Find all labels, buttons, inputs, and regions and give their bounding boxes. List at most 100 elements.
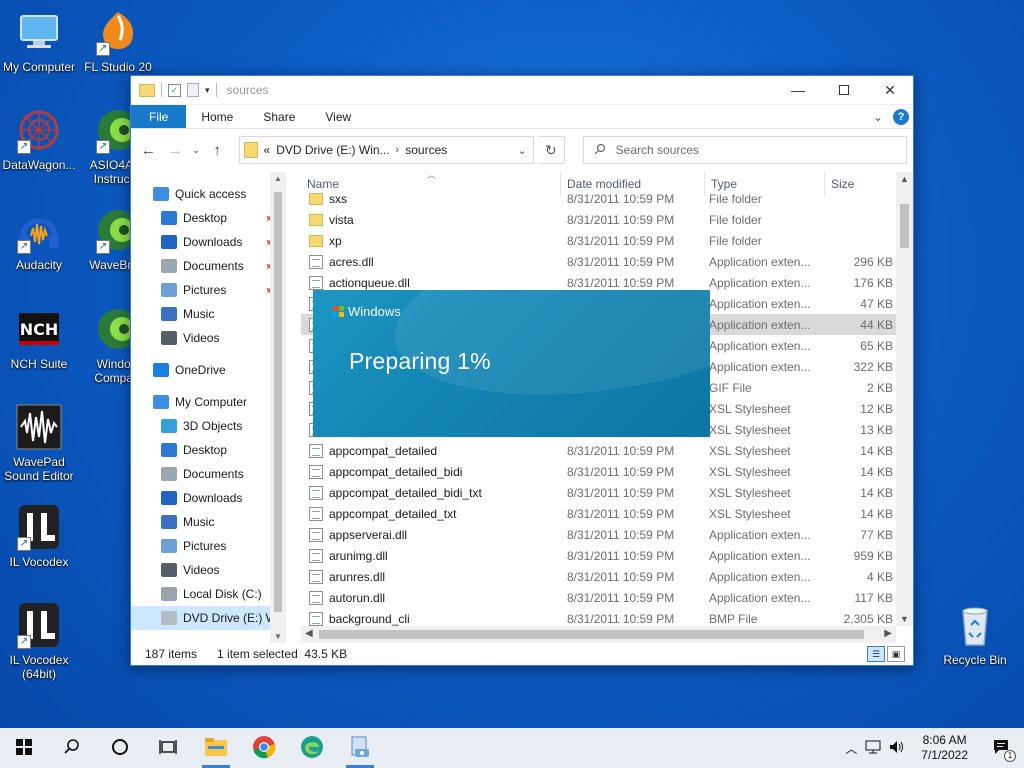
- file-row[interactable]: acres.dll 8/31/2011 10:59 PM Application e…: [301, 251, 913, 272]
- up-button[interactable]: ↑: [206, 138, 229, 162]
- scroll-up-icon[interactable]: ▲: [270, 174, 286, 183]
- breadcrumb-item[interactable]: sources: [405, 143, 447, 157]
- file-name-cell: actionqueue.dll: [301, 275, 561, 290]
- file-row[interactable]: arunimg.dll 8/31/2011 10:59 PM Application…: [301, 545, 913, 566]
- file-row[interactable]: appcompat_detailed_bidi 8/31/2011 10:59 P…: [301, 461, 913, 482]
- scroll-up-icon[interactable]: ▲: [896, 174, 913, 184]
- nav-item[interactable]: DVD Drive (E:) W: [131, 606, 286, 630]
- details-view-button[interactable]: ☰: [867, 646, 885, 662]
- scroll-right-icon[interactable]: ▶: [884, 628, 892, 639]
- file-row[interactable]: appcompat_detailed 8/31/2011 10:59 PM XSL …: [301, 440, 913, 461]
- folder-icon: [309, 234, 323, 247]
- desktop-icon-il-vocodex-64[interactable]: ↗ IL Vocodex (64bit): [0, 601, 81, 681]
- forward-button[interactable]: →: [164, 138, 187, 162]
- minimize-button[interactable]: —: [775, 76, 821, 105]
- wavepad-icon: [15, 403, 63, 451]
- task-view-button[interactable]: [144, 728, 192, 768]
- nav-item[interactable]: Downloads📌: [131, 230, 286, 254]
- nav-item[interactable]: Videos: [131, 558, 286, 582]
- nav-item[interactable]: My Computer: [131, 390, 286, 414]
- nav-item[interactable]: Pictures📌: [131, 278, 286, 302]
- start-button[interactable]: [0, 728, 48, 768]
- show-hidden-icons-icon[interactable]: ︿: [845, 740, 857, 757]
- file-row[interactable]: appcompat_detailed_txt 8/31/2011 10:59 PM…: [301, 503, 913, 524]
- taskbar-file-explorer[interactable]: [192, 728, 240, 768]
- scrollbar-thumb[interactable]: [319, 630, 864, 639]
- scroll-down-icon[interactable]: ▼: [270, 632, 286, 641]
- breadcrumb-item[interactable]: DVD Drive (E:) Win...: [276, 143, 389, 157]
- nav-item[interactable]: Music: [131, 302, 286, 326]
- file-name: actionqueue.dll: [329, 275, 410, 290]
- scrollbar-thumb[interactable]: [274, 192, 282, 612]
- back-button[interactable]: ←: [137, 138, 160, 162]
- help-icon[interactable]: ?: [893, 108, 909, 125]
- desktop-icon-fl-studio[interactable]: ↗ FL Studio 20: [76, 8, 160, 74]
- file-row[interactable]: arunres.dll 8/31/2011 10:59 PM Application…: [301, 566, 913, 587]
- nav-item[interactable]: Documents: [131, 462, 286, 486]
- file-date: 8/31/2011 10:59 PM: [567, 275, 675, 290]
- refresh-button[interactable]: ↻: [538, 136, 565, 164]
- chevron-right-icon[interactable]: ›: [396, 144, 400, 156]
- tab-view[interactable]: View: [310, 105, 366, 128]
- tab-share[interactable]: Share: [248, 105, 310, 128]
- file-list-horizontal-scrollbar[interactable]: ◀ ▶: [301, 626, 896, 643]
- breadcrumb-overflow[interactable]: «: [264, 143, 271, 157]
- nav-item[interactable]: Pictures: [131, 534, 286, 558]
- volume-icon[interactable]: [889, 740, 905, 757]
- properties-icon[interactable]: ✓: [168, 83, 181, 97]
- expand-ribbon-icon[interactable]: ⌄: [873, 110, 883, 124]
- column-size[interactable]: Size: [825, 172, 897, 196]
- scroll-down-icon[interactable]: ▼: [896, 614, 913, 624]
- desktop-icon-nch-suite[interactable]: NCH NCH Suite: [0, 305, 81, 371]
- nav-item[interactable]: Desktop: [131, 438, 286, 462]
- chevron-down-icon[interactable]: ⌄: [511, 144, 533, 157]
- column-date-modified[interactable]: Date modified: [561, 172, 705, 196]
- nav-item[interactable]: Desktop📌: [131, 206, 286, 230]
- file-row[interactable]: appcompat_detailed_bidi_txt 8/31/2011 10:…: [301, 482, 913, 503]
- tab-file[interactable]: File: [131, 105, 187, 128]
- desktop-icon-datawagon[interactable]: ↗ DataWagon...: [0, 106, 81, 172]
- file-date: 8/31/2011 10:59 PM: [567, 443, 675, 458]
- search-input[interactable]: Search sources: [582, 136, 907, 164]
- file-row[interactable]: xp 8/31/2011 10:59 PM File folder: [301, 230, 913, 251]
- column-headers: ︿ Name Date modified Type Size: [301, 172, 913, 196]
- address-bar[interactable]: « DVD Drive (E:) Win... › sources ⌄: [238, 136, 535, 164]
- desktop-icon-il-vocodex[interactable]: ↗ IL Vocodex: [0, 503, 81, 569]
- column-type[interactable]: Type: [705, 172, 825, 196]
- search-button[interactable]: [48, 728, 96, 768]
- navigation-scrollbar[interactable]: ▲ ▼: [270, 172, 286, 643]
- desktop-icon-wavepad[interactable]: WavePad Sound Editor: [0, 403, 81, 483]
- taskbar-chrome[interactable]: [240, 728, 288, 768]
- file-row[interactable]: appserverai.dll 8/31/2011 10:59 PM Applica…: [301, 524, 913, 545]
- nav-item[interactable]: Local Disk (C:): [131, 582, 286, 606]
- scrollbar-thumb[interactable]: [900, 204, 909, 248]
- nav-item[interactable]: OneDrive: [131, 358, 286, 382]
- action-center-button[interactable]: 1: [984, 728, 1018, 768]
- nav-item[interactable]: Quick access: [131, 182, 286, 206]
- customize-toolbar-icon[interactable]: ▾: [205, 85, 210, 96]
- desktop-icon-recycle-bin[interactable]: Recycle Bin: [933, 601, 1017, 667]
- nav-item[interactable]: Music: [131, 510, 286, 534]
- file-list-vertical-scrollbar[interactable]: ▲ ▼: [896, 172, 913, 626]
- tab-home[interactable]: Home: [186, 105, 248, 128]
- new-folder-icon[interactable]: [187, 83, 199, 97]
- taskbar-setup[interactable]: [336, 728, 384, 768]
- file-row[interactable]: vista 8/31/2011 10:59 PM File folder: [301, 209, 913, 230]
- desktop-icon-my-computer[interactable]: My Computer: [0, 8, 81, 74]
- maximize-button[interactable]: [821, 76, 867, 105]
- nav-item[interactable]: Videos: [131, 326, 286, 350]
- large-icons-view-button[interactable]: ▣: [887, 646, 905, 662]
- network-icon[interactable]: [865, 740, 881, 757]
- close-button[interactable]: ✕: [867, 76, 913, 105]
- file-row[interactable]: autorun.dll 8/31/2011 10:59 PM Application…: [301, 587, 913, 608]
- nav-item[interactable]: 3D Objects: [131, 414, 286, 438]
- cortana-button[interactable]: [96, 728, 144, 768]
- taskbar-edge[interactable]: [288, 728, 336, 768]
- desktop-icon-audacity[interactable]: ↗ Audacity: [0, 206, 81, 272]
- clock[interactable]: 8:06 AM 7/1/2022: [913, 733, 976, 763]
- scroll-left-icon[interactable]: ◀: [305, 628, 313, 639]
- nav-item[interactable]: Documents📌: [131, 254, 286, 278]
- file-name: vista: [329, 212, 354, 227]
- nav-item[interactable]: Downloads: [131, 486, 286, 510]
- recent-locations-button[interactable]: ⌄: [190, 138, 201, 162]
